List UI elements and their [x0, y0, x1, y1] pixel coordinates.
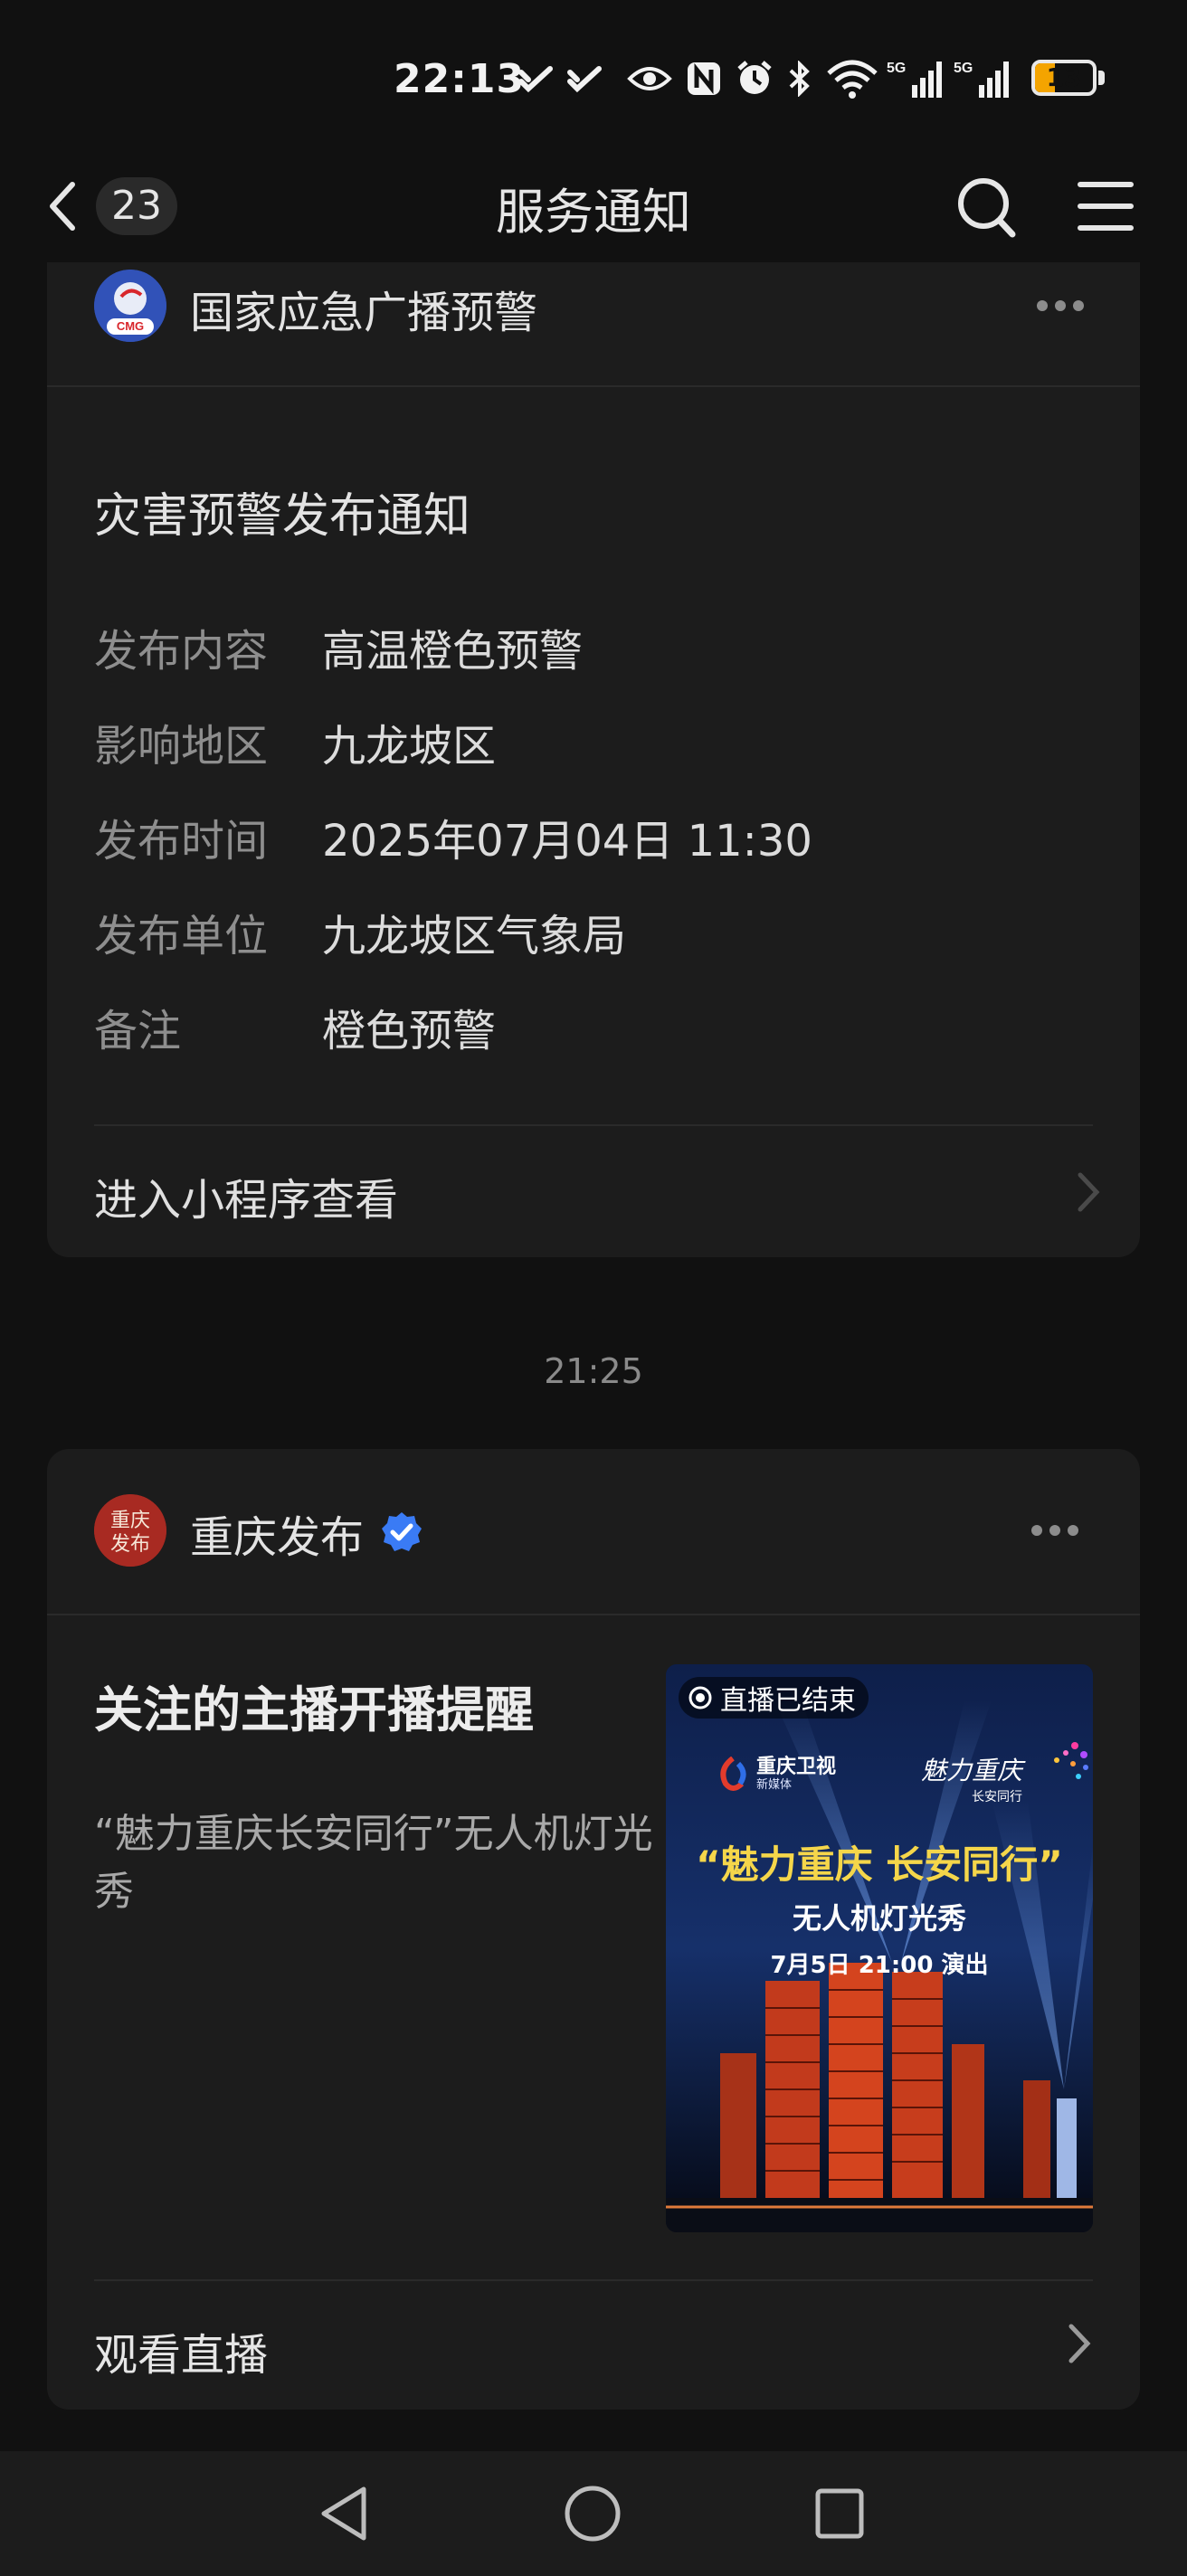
row-value: 九龙坡区 [322, 721, 497, 772]
watch-live-button[interactable]: 观看直播 [47, 2281, 1140, 2410]
recents-square-icon[interactable] [812, 2486, 867, 2542]
account-name[interactable]: 国家应急广播预警 [190, 277, 537, 340]
action-label: 进入小程序查看 [94, 1175, 399, 1226]
message-timestamp: 21:25 [544, 1351, 643, 1391]
channel-name: 重庆卫视 [756, 1756, 837, 1778]
account-name[interactable]: 重庆发布 [190, 1501, 364, 1565]
header-divider [47, 385, 1140, 387]
home-circle-icon[interactable] [563, 2484, 622, 2543]
signal-icon: 5G [887, 58, 946, 99]
pay-icon [516, 58, 556, 99]
action-label: 观看直播 [94, 2330, 269, 2381]
battery-icon: 13 [1031, 60, 1097, 96]
alarm-icon [735, 58, 774, 99]
nfc-icon [684, 58, 724, 99]
channel-sub: 新媒体 [756, 1778, 793, 1792]
live-status-text: 直播已结束 [720, 1685, 856, 1717]
channel-logo: 重庆卫视 新媒体 [717, 1757, 836, 1793]
row-label: 发布内容 [94, 626, 269, 677]
chevron-right-icon [1078, 1172, 1100, 1212]
battery-level: 13 [1046, 62, 1082, 92]
svg-text:5G: 5G [887, 61, 906, 76]
menu-button[interactable] [1077, 172, 1135, 241]
row-value: 2025年07月04日 11:30 [322, 816, 812, 867]
status-time: 22:13 [394, 56, 526, 102]
live-thumbnail[interactable]: 直播已结束 重庆卫视 新媒体 魅力重庆 长安同行 “魅力重庆 长安同行” 无人机… [666, 1664, 1093, 2232]
signal-icon-2: 5G [954, 58, 1013, 99]
svg-text:5G: 5G [954, 61, 973, 76]
live-card: 重庆 发布 重庆发布 关注的主播开播提醒 “魅力重庆长安同行”无人机灯光秀 直播… [47, 1449, 1140, 2410]
row-value: 九龙坡区气象局 [322, 911, 627, 961]
status-bar: 22:13 5G 5G 13 [0, 0, 1187, 154]
row-value: 高温橙色预警 [322, 626, 584, 677]
svg-text:发布: 发布 [110, 1533, 150, 1556]
cmg-avatar[interactable]: CMG [94, 270, 166, 342]
more-options-icon[interactable] [1037, 300, 1084, 311]
nav-bar: 23 服务通知 [0, 154, 1187, 271]
row-value: 橙色预警 [322, 1006, 497, 1056]
row-label: 影响地区 [94, 721, 269, 772]
pay-icon-2 [565, 58, 604, 99]
bluetooth-icon [785, 58, 814, 99]
record-icon [688, 1686, 712, 1709]
card-description: “魅力重庆长安同行”无人机灯光秀 [94, 1811, 653, 1915]
search-button[interactable] [954, 169, 1018, 242]
wifi-icon [825, 58, 879, 99]
search-icon [958, 178, 1016, 238]
poster-schedule: 7月5日 21:00 演出 [770, 1952, 989, 1979]
eye-icon [626, 58, 673, 99]
avatar-text: CMG [116, 319, 145, 333]
alert-card: CMG 国家应急广播预警 灾害预警发布通知 发布内容 高温橙色预警 影响地区 九… [47, 262, 1140, 1257]
event-logo-sub: 长安同行 [972, 1790, 1023, 1804]
verified-badge-icon [382, 1512, 422, 1551]
card-title: 灾害预警发布通知 [94, 489, 471, 544]
header-divider [47, 1614, 1140, 1615]
battery-cap [1098, 71, 1105, 85]
dots-ornament-icon [1054, 1742, 1088, 1779]
event-logo: 魅力重庆 长安同行 [921, 1742, 1088, 1805]
poster-headline: “魅力重庆 长安同行” [696, 1842, 1063, 1887]
event-logo-text: 魅力重庆 [921, 1756, 1023, 1785]
chongqing-avatar[interactable]: 重庆 发布 [94, 1494, 166, 1567]
open-miniprogram-button[interactable]: 进入小程序查看 [47, 1126, 1140, 1257]
row-label: 发布时间 [94, 816, 269, 867]
more-options-icon[interactable] [1031, 1525, 1078, 1536]
row-label: 备注 [94, 1006, 182, 1056]
back-triangle-icon[interactable] [317, 2484, 371, 2543]
row-label: 发布单位 [94, 911, 269, 961]
card-title: 关注的主播开播提醒 [94, 1681, 534, 1738]
poster-subheadline: 无人机灯光秀 [792, 1901, 966, 1936]
menu-icon [1078, 182, 1134, 231]
live-status-badge: 直播已结束 [679, 1677, 869, 1719]
system-navigation-bar [0, 2451, 1187, 2576]
channel-logo-icon [720, 1757, 746, 1791]
svg-text:重庆: 重庆 [110, 1510, 150, 1532]
chevron-right-icon [1068, 2324, 1091, 2363]
